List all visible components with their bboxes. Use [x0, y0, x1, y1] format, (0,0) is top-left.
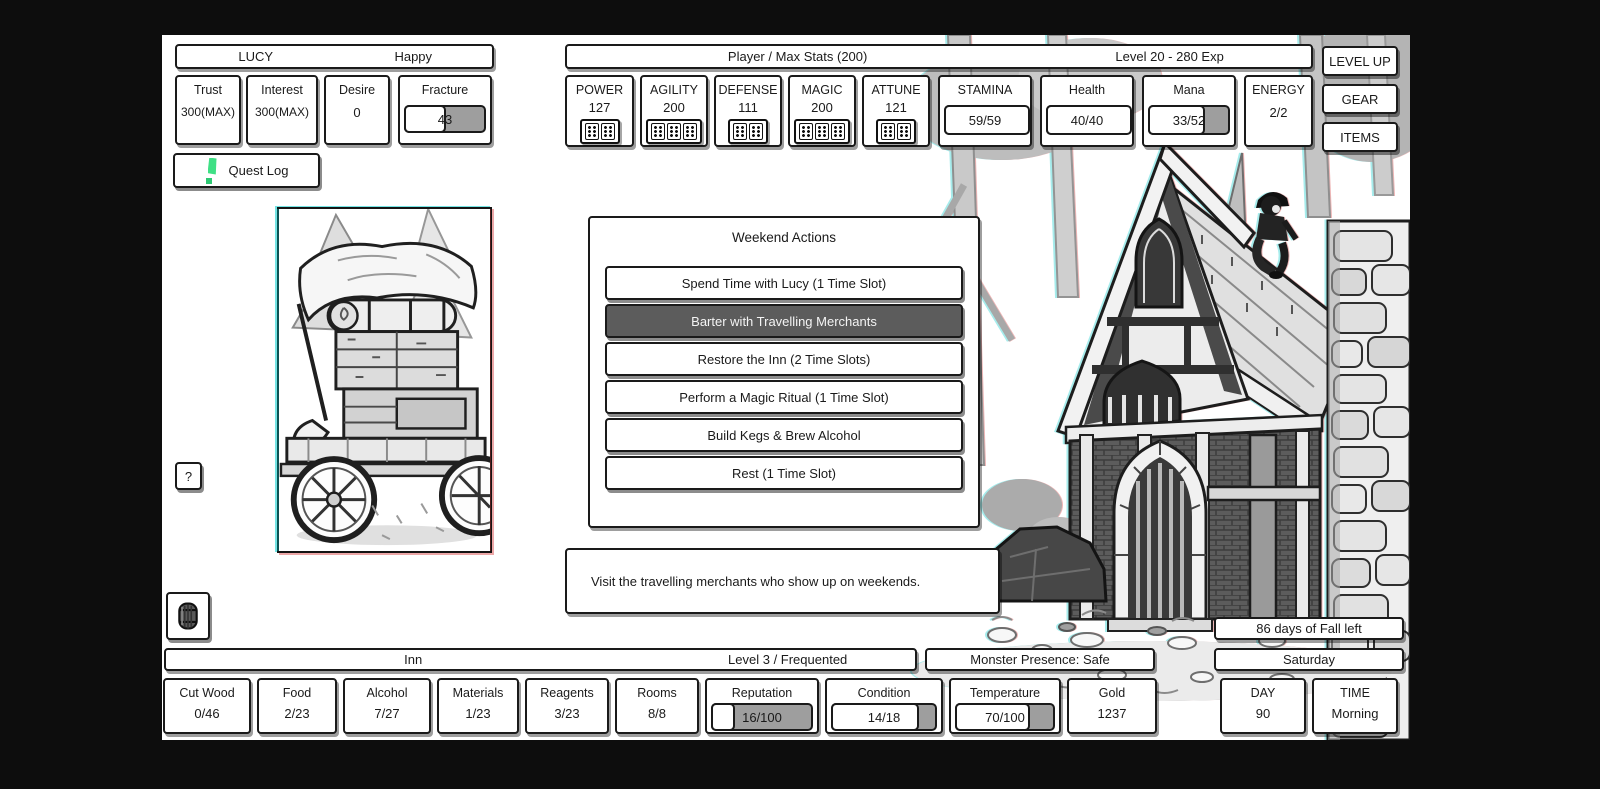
game-viewport: LUCY Happy Trust 300(MAX) Interest 300(M… [162, 35, 1410, 740]
weekday-bar: Saturday [1214, 648, 1404, 671]
power-dice-icon [580, 119, 620, 144]
stat-box-day: DAY 90 [1220, 678, 1306, 734]
wagon-illustration [279, 209, 490, 551]
stat-box-rooms: Rooms 8/8 [615, 678, 699, 734]
location-level: Level 3 / Frequented [660, 652, 915, 667]
weekend-actions-title: Weekend Actions [590, 230, 978, 245]
stat-box-alcohol: Alcohol 7/27 [343, 678, 431, 734]
stat-box-materials: Materials 1/23 [437, 678, 519, 734]
lucy-header-bar: LUCY Happy [175, 44, 494, 69]
magic-dice-icon [794, 119, 850, 144]
stat-box-reagents: Reagents 3/23 [525, 678, 609, 734]
mana-bar: 33/52 [1148, 105, 1230, 135]
stamina-bar: 59/59 [944, 105, 1026, 135]
barrel-icon [175, 601, 201, 631]
action-restore-inn[interactable]: Restore the Inn (2 Time Slots) [605, 342, 963, 376]
attune-dice-icon [876, 119, 916, 144]
stat-box-condition: Condition 14/18 [825, 678, 943, 734]
stat-box-trust: Trust 300(MAX) [175, 75, 241, 145]
barrel-button[interactable] [166, 592, 210, 640]
action-barter-merchants[interactable]: Barter with Travelling Merchants [605, 304, 963, 338]
stat-box-energy: ENERGY 2/2 [1244, 75, 1313, 147]
location-status-bar: Inn Level 3 / Frequented [164, 648, 917, 671]
stat-box-cut-wood: Cut Wood 0/46 [163, 678, 251, 734]
action-magic-ritual[interactable]: Perform a Magic Ritual (1 Time Slot) [605, 380, 963, 414]
quest-log-label: Quest Log [229, 163, 289, 178]
action-description-text: Visit the travelling merchants who show … [591, 574, 920, 589]
player-level-exp: Level 20 - 280 Exp [1028, 49, 1311, 64]
temperature-bar: 70/100 [955, 703, 1055, 731]
character-on-roof [1256, 192, 1296, 279]
stat-box-mana: Mana 33/52 [1142, 75, 1236, 147]
stat-box-stamina: STAMINA 59/59 [938, 75, 1032, 147]
stat-box-magic: MAGIC 200 [788, 75, 856, 147]
level-up-button[interactable]: LEVEL UP [1322, 46, 1398, 76]
stat-box-power: POWER 127 [565, 75, 634, 147]
weekend-actions-panel: Weekend Actions Spend Time with Lucy (1 … [588, 216, 980, 528]
stat-box-health: Health 40/40 [1040, 75, 1134, 147]
lucy-name: LUCY [177, 49, 335, 64]
stat-box-interest: Interest 300(MAX) [246, 75, 318, 145]
reputation-bar: 16/100 [711, 703, 813, 731]
quest-log-button[interactable]: Quest Log [173, 153, 320, 188]
action-description-box: Visit the travelling merchants who show … [565, 548, 1000, 614]
stat-box-temperature: Temperature 70/100 [949, 678, 1061, 734]
stat-box-gold: Gold 1237 [1067, 678, 1157, 734]
help-button[interactable]: ? [175, 462, 202, 490]
action-spend-time-lucy[interactable]: Spend Time with Lucy (1 Time Slot) [605, 266, 963, 300]
action-build-kegs[interactable]: Build Kegs & Brew Alcohol [605, 418, 963, 452]
location-name: Inn [166, 652, 660, 667]
event-portrait-wagon [277, 207, 492, 553]
health-bar: 40/40 [1046, 105, 1128, 135]
quest-exclamation-icon [205, 158, 219, 184]
defense-dice-icon [728, 119, 768, 144]
fracture-bar: 43 [404, 105, 486, 133]
stat-box-time: TIME Morning [1312, 678, 1398, 734]
player-header-bar: Player / Max Stats (200) Level 20 - 280 … [565, 44, 1313, 69]
condition-bar: 14/18 [831, 703, 937, 731]
stat-box-defense: DEFENSE 111 [714, 75, 782, 147]
stat-box-food: Food 2/23 [257, 678, 337, 734]
stat-box-reputation: Reputation 16/100 [705, 678, 819, 734]
lucy-mood: Happy [335, 49, 493, 64]
items-button[interactable]: ITEMS [1322, 122, 1398, 152]
season-banner: 86 days of Fall left [1214, 617, 1404, 640]
monster-presence-bar: Monster Presence: Safe [925, 648, 1155, 671]
action-rest[interactable]: Rest (1 Time Slot) [605, 456, 963, 490]
player-stats-title: Player / Max Stats (200) [567, 49, 1028, 64]
stat-box-fracture: Fracture 43 [398, 75, 492, 145]
stat-box-attune: ATTUNE 121 [862, 75, 930, 147]
gear-button[interactable]: GEAR [1322, 84, 1398, 114]
agility-dice-icon [646, 119, 702, 144]
stat-box-desire: Desire 0 [324, 75, 390, 145]
stat-box-agility: AGILITY 200 [640, 75, 708, 147]
